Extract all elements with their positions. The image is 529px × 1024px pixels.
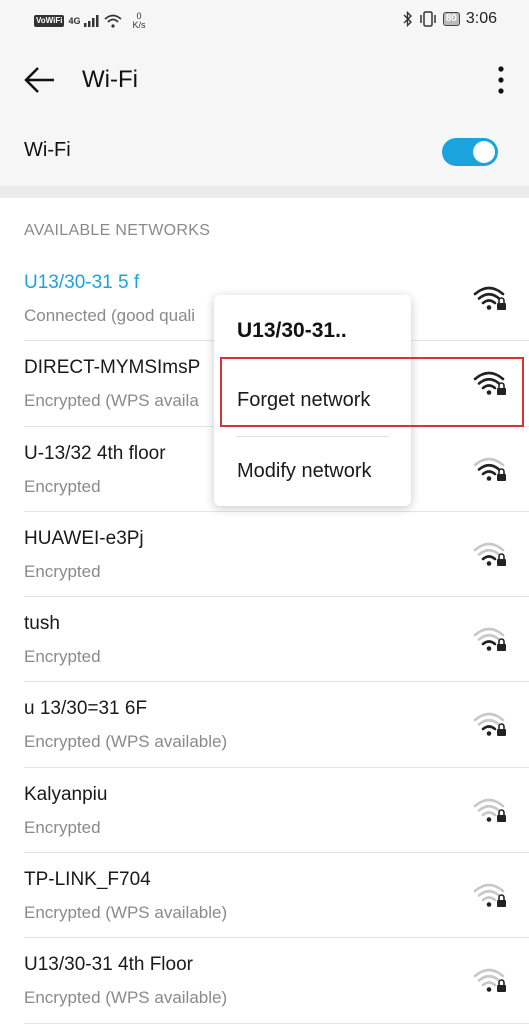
network-row[interactable]: tush Encrypted (0, 597, 529, 683)
modify-network-item[interactable]: Modify network (237, 460, 372, 483)
network-name: U13/30-31 5 f (24, 272, 140, 293)
menu-divider (236, 436, 389, 437)
network-name: tush (24, 613, 60, 635)
section-divider (0, 186, 529, 198)
wifi-signal-lock-icon (473, 627, 506, 652)
highlight-box (220, 357, 524, 427)
status-right: 80 3:06 (403, 10, 497, 28)
speed-unit: K/s (132, 20, 146, 30)
network-status: Encrypted (24, 561, 101, 581)
network-row[interactable]: HUAWEI-e3Pj Encrypted (0, 512, 529, 598)
network-status: Encrypted (24, 817, 101, 837)
network-type: 4G (68, 15, 81, 26)
wifi-signal-lock-icon (473, 286, 506, 310)
wifi-signal-lock-icon (473, 542, 506, 566)
back-arrow-icon[interactable] (22, 64, 58, 96)
wifi-signal-lock-icon (473, 713, 506, 737)
status-bar: VoWiFi 4G 0 K/s 80 3:06 (0, 0, 529, 44)
network-status: Encrypted (WPS available) (24, 903, 228, 923)
page-title: Wi-Fi (82, 66, 138, 93)
app-bar: Wi-Fi (0, 44, 529, 116)
network-name: U-13/32 4th floor (24, 442, 166, 464)
network-status: Encrypted (WPS available) (24, 732, 228, 752)
network-row[interactable]: u 13/30=31 6F Encrypted (WPS available) (0, 682, 529, 768)
vowifi-badge: VoWiFi (34, 15, 65, 27)
more-options-icon[interactable] (493, 64, 509, 96)
battery-indicator: 80 (442, 12, 460, 26)
wifi-status-icon (104, 14, 123, 28)
network-status: Connected (good quali (24, 306, 196, 325)
clock: 3:06 (465, 10, 497, 27)
network-name: Kalyanpiu (24, 783, 108, 805)
vibrate-icon (419, 11, 436, 27)
network-name: U13/30-31 4th Floor (24, 954, 193, 976)
wifi-signal-lock-icon (473, 798, 506, 822)
section-header: AVAILABLE NETWORKS (24, 222, 211, 239)
wifi-toggle-row[interactable]: Wi-Fi (0, 116, 529, 186)
network-status: Encrypted (24, 647, 101, 667)
context-menu-title: U13/30-31.. (237, 319, 347, 342)
status-left: VoWiFi 4G 0 K/s (34, 12, 145, 30)
network-name: DIRECT-MYMSImsP (24, 357, 201, 379)
network-row[interactable]: TP-LINK_F704 Encrypted (WPS available) (0, 853, 529, 939)
wifi-toggle-switch[interactable] (442, 138, 498, 166)
network-name: u 13/30=31 6F (24, 698, 148, 720)
network-status: Encrypted (24, 476, 101, 496)
wifi-signal-lock-icon (473, 457, 506, 481)
cell-signal-icon (84, 15, 99, 27)
network-name: HUAWEI-e3Pj (24, 527, 144, 549)
network-row[interactable]: Kalyanpiu Encrypted (0, 768, 529, 854)
network-speed: 0 K/s (132, 12, 145, 30)
network-row[interactable]: U13/30-31 4th Floor Encrypted (WPS availa… (0, 938, 529, 1024)
network-name: TP-LINK_F704 (24, 869, 151, 891)
wifi-toggle-label: Wi-Fi (24, 139, 71, 161)
network-status: Encrypted (WPS availa (24, 391, 199, 411)
switch-knob (473, 141, 495, 163)
network-status: Encrypted (WPS available) (24, 988, 228, 1008)
wifi-signal-lock-icon (473, 969, 506, 993)
bluetooth-icon (403, 11, 412, 27)
wifi-signal-lock-icon (473, 883, 506, 908)
